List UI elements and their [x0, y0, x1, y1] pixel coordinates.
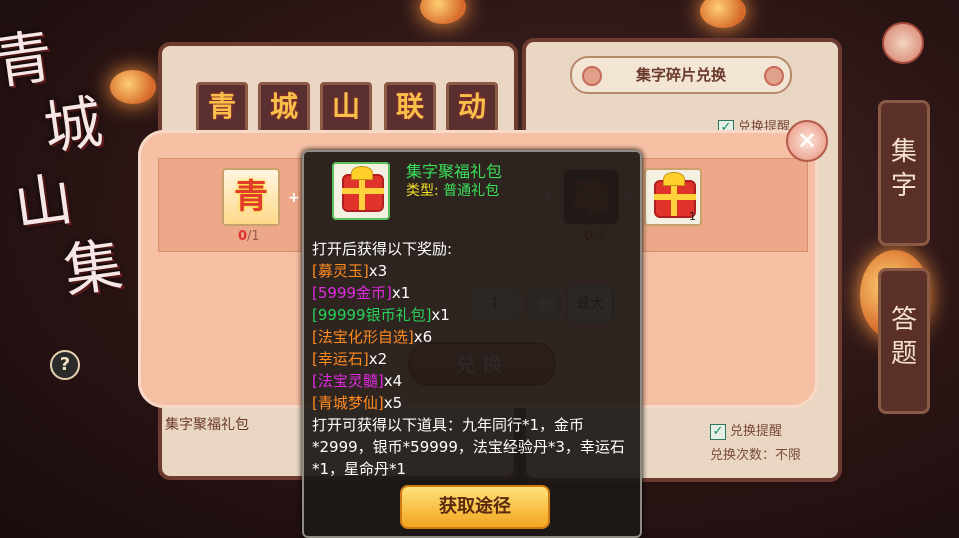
type-label: 类型:: [406, 183, 439, 199]
check-icon[interactable]: ✓: [710, 424, 726, 440]
tooltip-body: 打开后获得以下奖励: [募灵玉]x3 [5999金币]x1 [99999银币礼包…: [312, 238, 630, 480]
tab-char: 字: [890, 171, 917, 201]
tab-char: 答: [890, 305, 917, 335]
have-count: 0: [238, 229, 248, 244]
reward-row: [99999银币礼包]x1: [312, 304, 630, 326]
char-fragment-icon: 青: [224, 170, 278, 224]
reward-row: [幸运石]x2: [312, 348, 630, 370]
tooltip-item-name: 集字聚福礼包: [406, 162, 503, 181]
tooltip-item-slot: [332, 162, 390, 220]
gift-bow-icon: [663, 172, 685, 186]
exchange-footer: ✓ 兑换提醒 兑换次数：不限: [710, 420, 801, 467]
reward-qty: x4: [383, 372, 403, 390]
flower-icon: [582, 66, 602, 86]
result-count: 1: [689, 210, 696, 223]
get-source-button[interactable]: 获取途径: [400, 485, 550, 529]
reward-qty: x6: [413, 328, 433, 346]
reminder-bottom[interactable]: ✓ 兑换提醒: [710, 420, 801, 440]
title-char: 城: [39, 87, 107, 164]
title-char: 集: [59, 230, 127, 306]
collect-tile[interactable]: 联: [384, 82, 436, 134]
reward-qty: x3: [368, 262, 388, 280]
reminder-label: 兑换提醒: [730, 424, 783, 439]
exchange-count: 兑换次数：不限: [710, 448, 802, 463]
reward-name: [幸运石]: [312, 350, 369, 368]
tab-char: 集: [890, 137, 917, 167]
gift-bow-icon: [351, 166, 373, 180]
reward-row: [法宝灵髓]x4: [312, 370, 630, 392]
reward-row: [法宝化形自选]x6: [312, 326, 630, 348]
exchange-panel-title: 集字碎片兑换: [570, 56, 792, 94]
reward-row: [募灵玉]x3: [312, 260, 630, 282]
collect-tile[interactable]: 青: [196, 82, 248, 134]
collect-tile[interactable]: 动: [446, 82, 498, 134]
type-value: 普通礼包: [443, 183, 500, 199]
need-count: /1: [247, 229, 260, 244]
reward-name: [法宝灵髓]: [312, 372, 384, 390]
reward-qty: x2: [368, 350, 388, 368]
lantern-decoration: [420, 0, 466, 24]
reward-name: [青城梦仙]: [312, 394, 384, 412]
tab-quiz[interactable]: 答 题: [878, 268, 930, 414]
reward-name: [募灵玉]: [312, 262, 369, 280]
reward-row: [青城梦仙]x5: [312, 392, 630, 414]
help-button[interactable]: ?: [50, 350, 80, 380]
reward-qty: x1: [431, 306, 450, 324]
lantern-decoration: [700, 0, 746, 28]
tooltip-item-type: 类型: 普通礼包: [406, 180, 499, 200]
close-icon[interactable]: ✕: [786, 120, 828, 162]
result-slot[interactable]: 1: [644, 168, 702, 226]
slot-count: 0/1: [238, 229, 260, 244]
reward-qty: x5: [383, 394, 403, 412]
collect-tile[interactable]: 城: [258, 82, 310, 134]
collect-tile[interactable]: 山: [320, 82, 372, 134]
tab-char: 题: [890, 339, 917, 369]
reward-row: [5999金币]x1: [312, 282, 630, 304]
footer-item-name: 集字聚福礼包: [165, 417, 249, 433]
reward-name: [99999银币礼包]: [312, 306, 432, 324]
reward-name: [5999金币]: [312, 284, 392, 302]
rewards-heading: 打开后获得以下奖励:: [312, 240, 453, 258]
flower-icon: [764, 66, 784, 86]
plus-sign: +: [288, 190, 300, 206]
page-title: 青 城 山 集: [0, 11, 154, 354]
tooltip-note: 打开可获得以下道具：九年同行*1，金币*2999，银币*59999，法宝经验丹*…: [312, 416, 625, 478]
reward-qty: x1: [391, 284, 411, 302]
flower-icon[interactable]: [882, 22, 924, 64]
reward-name: [法宝化形自选]: [312, 328, 414, 346]
tab-collect[interactable]: 集 字: [878, 100, 930, 246]
recipe-slot[interactable]: 青: [222, 168, 280, 226]
